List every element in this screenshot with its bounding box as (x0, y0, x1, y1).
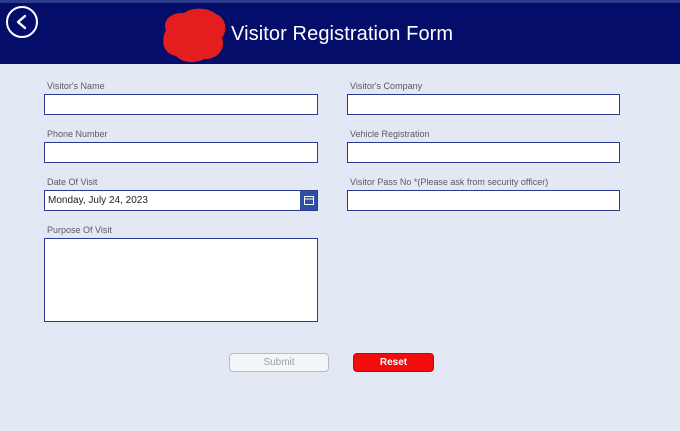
app-header: Visitor Registration Form (0, 0, 680, 64)
calendar-icon (303, 196, 314, 205)
submit-button[interactable]: Submit (229, 353, 329, 372)
company-logo (163, 8, 226, 63)
calendar-button[interactable] (300, 191, 317, 210)
reset-button[interactable]: Reset (353, 353, 434, 372)
visitor-name-label: Visitor's Name (47, 81, 105, 91)
visitor-pass-no-input[interactable] (347, 190, 620, 211)
date-of-visit-picker[interactable]: Monday, July 24, 2023 (44, 190, 318, 211)
date-of-visit-value: Monday, July 24, 2023 (48, 195, 148, 206)
chevron-left-icon (16, 14, 27, 30)
visitor-name-input[interactable] (44, 94, 318, 115)
vehicle-registration-input[interactable] (347, 142, 620, 163)
page-title: Visitor Registration Form (231, 23, 454, 45)
purpose-of-visit-label: Purpose Of Visit (47, 225, 112, 235)
date-of-visit-label: Date Of Visit (47, 177, 98, 187)
purpose-of-visit-input[interactable] (44, 238, 318, 322)
phone-number-input[interactable] (44, 142, 318, 163)
visitor-company-label: Visitor's Company (350, 81, 423, 91)
visitor-company-input[interactable] (347, 94, 620, 115)
vehicle-registration-label: Vehicle Registration (350, 129, 430, 139)
phone-number-label: Phone Number (47, 129, 108, 139)
back-button[interactable] (6, 6, 38, 38)
visitor-pass-no-label: Visitor Pass No *(Please ask from securi… (350, 177, 549, 187)
